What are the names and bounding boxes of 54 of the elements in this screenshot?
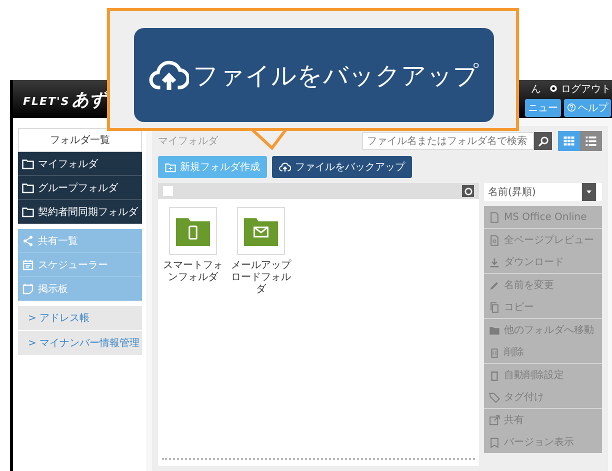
- backup-button[interactable]: ファイルをバックアップ: [272, 156, 412, 178]
- mail-folder-icon: [244, 216, 278, 246]
- tag-icon: [489, 392, 500, 402]
- folder-icon: [22, 158, 34, 170]
- sidebar-tool-item[interactable]: 共有一覧: [18, 229, 142, 253]
- folder-nav-item[interactable]: グループフォルダ: [18, 176, 142, 200]
- folder-nav-item[interactable]: 契約者間同期フォルダ: [18, 200, 142, 224]
- sidebar-tool-item[interactable]: 掲示板: [18, 277, 142, 301]
- folder-name: メールアップロードフォルダ: [230, 260, 292, 296]
- list-icon: [585, 135, 597, 147]
- new-folder-button[interactable]: 新規フォルダ作成: [158, 156, 267, 178]
- share-icon: [22, 234, 34, 246]
- sidebar-link[interactable]: > アドレス帳: [18, 306, 142, 331]
- trash-icon: [489, 370, 500, 380]
- search-icon: [538, 136, 548, 146]
- breadcrumb[interactable]: マイフォルダ: [158, 134, 218, 148]
- logo-text: FLET'S: [23, 94, 70, 108]
- document-search-icon: [489, 234, 500, 246]
- folder-nav-item[interactable]: マイフォルダ: [18, 152, 142, 176]
- board-icon: [22, 282, 34, 294]
- grid-view-button[interactable]: [558, 131, 580, 151]
- magnified-backup-label: ファイルをバックアップ: [134, 28, 494, 122]
- external-link-icon: [489, 414, 500, 426]
- help-icon: [567, 103, 576, 112]
- document-icon: [489, 212, 500, 222]
- sidebar-link[interactable]: > マイナンバー情報管理: [18, 331, 142, 356]
- settings-button[interactable]: [462, 185, 474, 197]
- folder-icon: [22, 182, 34, 194]
- sort-dropdown[interactable]: 名前(昇順): [484, 183, 602, 201]
- folder-plus-icon: [165, 162, 176, 172]
- folder-icon: [489, 324, 500, 336]
- search-field[interactable]: ファイル名またはフォルダ名で検索: [362, 132, 534, 150]
- bookmark-icon: [489, 436, 500, 448]
- folder-thumbnail[interactable]: [169, 207, 217, 255]
- cloud-upload-icon: [279, 161, 291, 173]
- folder-name: スマートフォンフォルダ: [162, 260, 224, 284]
- logout-link[interactable]: ログアウト: [549, 82, 611, 96]
- caret-icon: [585, 188, 593, 196]
- calendar-icon: [22, 258, 34, 270]
- sidebar-tool-item[interactable]: スケジューラー: [18, 253, 142, 277]
- help-button[interactable]: ヘルプ: [564, 98, 611, 116]
- pencil-icon: [489, 280, 500, 290]
- select-all-checkbox[interactable]: [163, 186, 173, 196]
- list-view-button[interactable]: [580, 131, 602, 151]
- grid-icon: [563, 135, 575, 147]
- search-button[interactable]: [534, 132, 552, 150]
- menu-button[interactable]: ニュー: [525, 98, 561, 116]
- user-name: ん: [531, 82, 541, 96]
- trash-icon: [489, 346, 500, 358]
- download-icon: [489, 256, 500, 268]
- phone-folder-icon: [176, 216, 210, 246]
- copy-icon: [489, 302, 500, 312]
- folder-icon: [22, 206, 34, 218]
- folder-thumbnail[interactable]: [237, 207, 285, 255]
